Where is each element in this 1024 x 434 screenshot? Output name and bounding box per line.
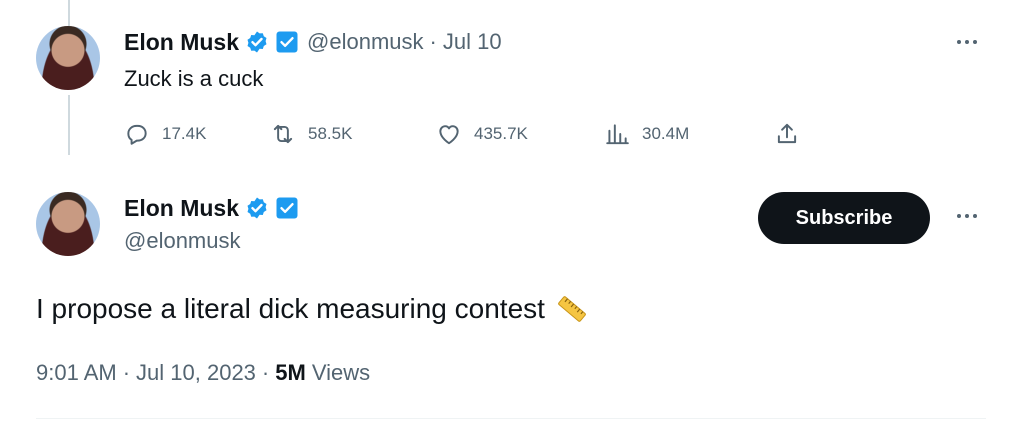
display-name[interactable]: Elon Musk [124, 29, 239, 56]
tweet-full-date[interactable]: Jul 10, 2023 [136, 360, 256, 386]
tweet-text: Zuck is a cuck [124, 66, 264, 91]
reply-icon [127, 124, 147, 145]
share-button[interactable] [774, 121, 800, 147]
views-count: 30.4M [642, 124, 690, 143]
analytics-icon [606, 124, 629, 145]
ruler-emoji-icon [555, 292, 589, 326]
retweet-button[interactable]: 58.5K [270, 121, 436, 147]
reply-button[interactable]: 17.4K [124, 121, 270, 147]
like-count: 435.7K [474, 124, 528, 143]
tweet-header: Elon Musk [124, 194, 299, 222]
handle[interactable]: @elonmusk [307, 29, 424, 55]
subscribe-button[interactable]: Subscribe [758, 192, 930, 244]
verified-badge-icon[interactable] [245, 30, 269, 54]
divider [36, 418, 986, 419]
separator: · [429, 29, 437, 54]
like-button[interactable]: 435.7K [436, 121, 604, 147]
separator: · [122, 360, 131, 385]
retweet-count: 58.5K [308, 124, 353, 143]
avatar[interactable] [36, 26, 100, 90]
tweet-time[interactable]: 9:01 AM [36, 360, 117, 386]
more-icon[interactable] [952, 206, 982, 226]
reply-count: 17.4K [162, 124, 207, 143]
affiliate-badge-icon[interactable] [275, 30, 299, 54]
tweet-meta: 9:01 AM · Jul 10, 2023 · 5M Views [36, 360, 370, 386]
tweet-date[interactable]: Jul 10 [443, 29, 502, 55]
tweet-actions: 17.4K 58.5K 435.7K 30.4M [124, 118, 800, 150]
separator: · [261, 360, 270, 385]
handle[interactable]: @elonmusk [124, 228, 241, 254]
verified-badge-icon[interactable] [245, 196, 269, 220]
views-label: Views [311, 360, 371, 385]
thread-connector [68, 95, 70, 155]
views-button[interactable]: 30.4M [604, 121, 774, 147]
avatar[interactable] [36, 192, 100, 256]
tweet-text-container: I propose a literal dick measuring conte… [36, 292, 589, 326]
views-total: 5M [275, 360, 306, 385]
affiliate-badge-icon[interactable] [275, 196, 299, 220]
heart-icon [439, 125, 459, 145]
more-icon[interactable] [952, 32, 982, 52]
display-name[interactable]: Elon Musk [124, 195, 239, 222]
thread-connector-top [68, 0, 70, 26]
tweet-header: Elon Musk @elonmusk · Jul 10 [124, 28, 502, 56]
retweet-icon [273, 124, 293, 144]
share-icon [777, 123, 797, 144]
tweet-text: I propose a literal dick measuring conte… [36, 293, 545, 324]
tweet-thread: Elon Musk @elonmusk · Jul 10 Zuck is a c… [0, 0, 1024, 434]
